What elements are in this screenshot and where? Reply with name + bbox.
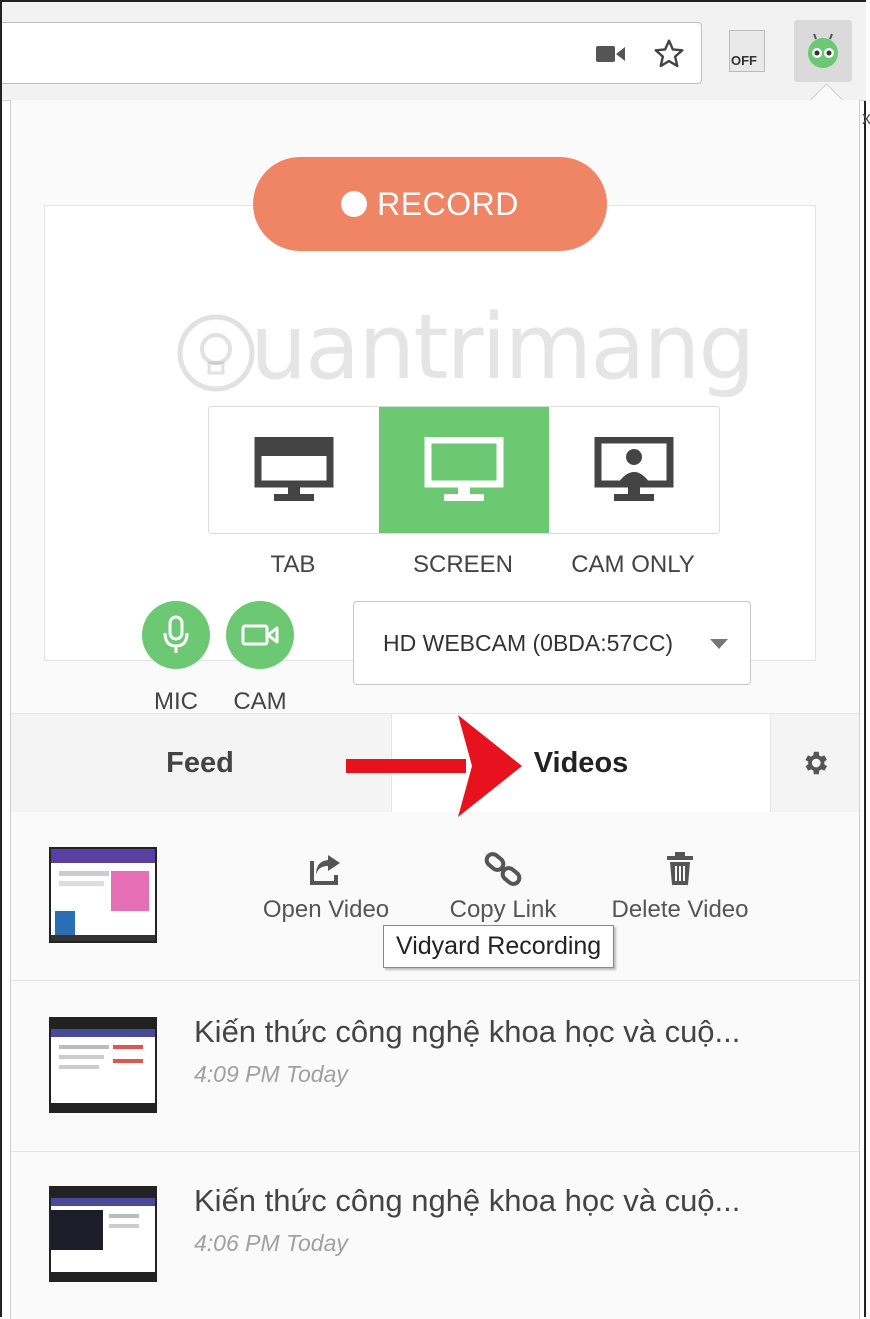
video-tooltip: Vidyard Recording (383, 925, 615, 968)
cam-toggle-button[interactable] (226, 601, 294, 669)
chevron-down-icon (710, 639, 728, 649)
link-icon (484, 852, 522, 886)
watermark-text: uantrimang (250, 295, 756, 400)
tab-monitor-icon (254, 437, 334, 501)
side-close-glyph: x (862, 108, 870, 128)
record-dot-icon (341, 191, 368, 217)
camera-icon (241, 624, 279, 646)
mic-toggle-button[interactable] (142, 601, 210, 669)
address-bar[interactable] (2, 22, 702, 84)
share-external-icon (310, 855, 340, 885)
mode-tab-label: TAB (270, 551, 316, 578)
mode-screen-button[interactable] (379, 407, 549, 533)
recorder-card: TAB SCREEN CAM ONLY MIC CAM HD WEBCAM (0… (44, 205, 816, 715)
capture-mode-group (208, 406, 720, 534)
video-thumbnail[interactable] (49, 1017, 157, 1113)
watermark-logo: uantrimang (176, 295, 756, 400)
lightbulb-logo-icon (177, 314, 255, 392)
camera-person-monitor-icon (594, 437, 674, 501)
copy-link-label: Copy Link (449, 896, 557, 923)
mode-screen-label: SCREEN (412, 551, 514, 578)
video-time: 4:09 PM Today (194, 1061, 348, 1087)
video-camera-icon[interactable] (594, 37, 628, 71)
camera-select[interactable]: HD WEBCAM (0BDA:57CC) (353, 601, 751, 685)
settings-button[interactable] (771, 714, 859, 812)
camera-select-value: HD WEBCAM (0BDA:57CC) (383, 629, 674, 656)
vidyard-extension-icon[interactable] (794, 20, 852, 82)
copy-link-action[interactable]: Copy Link (428, 842, 578, 924)
video-list-item[interactable]: Kiến thức công nghệ khoa học và cuộ... 4… (11, 1152, 859, 1319)
video-title: Kiến thức công nghệ khoa học và cuộ... (194, 1183, 741, 1218)
trash-icon (667, 852, 693, 885)
tab-videos-label: Videos (533, 746, 629, 779)
open-video-action[interactable]: Open Video (251, 842, 401, 924)
video-time: 4:06 PM Today (194, 1230, 348, 1256)
gear-icon (805, 751, 827, 775)
extension-off-label: OFF (731, 53, 757, 68)
delete-video-label: Delete Video (611, 896, 749, 923)
microphone-icon (163, 615, 189, 653)
extension-off-icon[interactable]: OFF (718, 20, 776, 82)
video-thumbnail[interactable] (49, 1186, 157, 1282)
video-thumbnail[interactable] (49, 847, 157, 943)
delete-video-action[interactable]: Delete Video (605, 842, 755, 924)
tab-feed-label: Feed (166, 746, 234, 779)
mode-tab-button[interactable] (209, 407, 379, 533)
bookmark-star-icon[interactable] (652, 37, 686, 71)
record-button[interactable]: RECORD (253, 157, 607, 251)
browser-toolbar: OFF (2, 2, 866, 101)
screen-monitor-icon (424, 437, 504, 501)
video-list-item[interactable]: Kiến thức công nghệ khoa học và cuộ... 4… (11, 981, 859, 1152)
mic-label: MIC (154, 688, 198, 715)
video-title: Kiến thức công nghệ khoa học và cuộ... (194, 1014, 741, 1049)
mode-cam-only-button[interactable] (549, 407, 719, 533)
cam-label: CAM (233, 688, 287, 715)
open-video-label: Open Video (262, 896, 390, 923)
annotation-arrow-icon (346, 715, 522, 817)
tab-feed[interactable]: Feed (11, 714, 389, 812)
record-label: RECORD (377, 185, 519, 222)
mode-cam-only-label: CAM ONLY (571, 551, 695, 578)
